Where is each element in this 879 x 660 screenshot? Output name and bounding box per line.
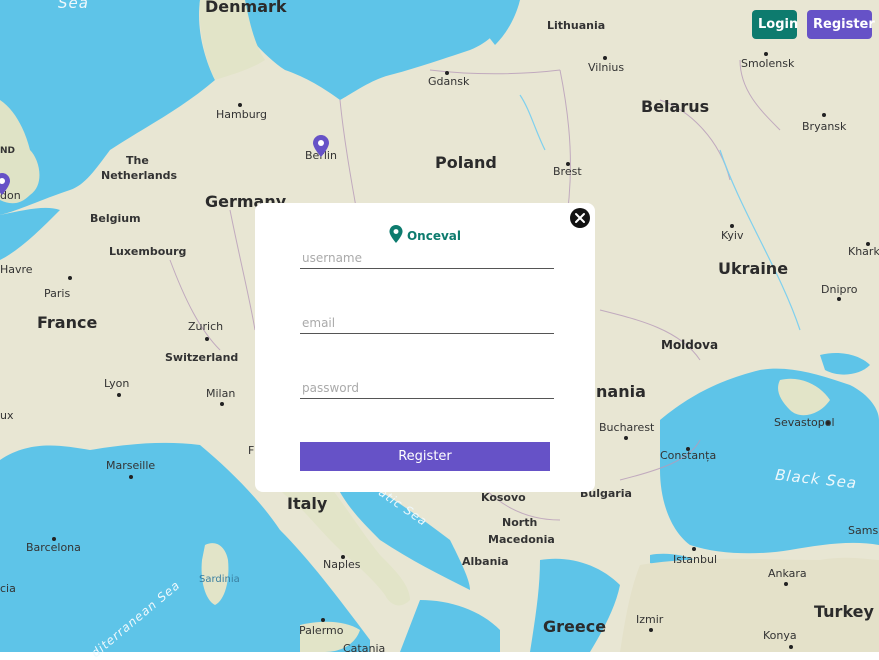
password-input[interactable] bbox=[300, 378, 554, 399]
region-label: Netherlands bbox=[101, 169, 178, 182]
city-label: Barcelona bbox=[26, 541, 81, 554]
city-label: Constanța bbox=[660, 449, 717, 462]
city-label: ux bbox=[0, 409, 14, 422]
map-marker-london[interactable] bbox=[0, 173, 10, 195]
city-label: Zurich bbox=[188, 320, 224, 333]
register-submit-button[interactable]: Register bbox=[300, 442, 550, 471]
region-label: Lithuania bbox=[547, 19, 606, 32]
region-label: Kosovo bbox=[481, 491, 526, 504]
city-label: Havre bbox=[0, 263, 33, 276]
city-label: Sevastopol bbox=[774, 416, 835, 429]
email-input[interactable] bbox=[300, 313, 554, 334]
city-label: F bbox=[248, 444, 255, 457]
region-label: ND bbox=[0, 146, 16, 156]
region-label: Luxembourg bbox=[109, 245, 187, 258]
country-label: Denmark bbox=[205, 0, 287, 16]
city-label: Istanbul bbox=[673, 553, 718, 566]
location-pin-icon bbox=[389, 225, 403, 243]
sea-label: Sea bbox=[58, 0, 89, 12]
city-label: Dnipro bbox=[821, 283, 858, 296]
region-label: Belgium bbox=[90, 212, 141, 225]
city-label: Hamburg bbox=[216, 108, 267, 121]
city-label: Vilnius bbox=[588, 61, 625, 74]
city-label: Samsu bbox=[848, 524, 879, 537]
country-label: Greece bbox=[543, 617, 607, 636]
city-label: Konya bbox=[763, 629, 797, 642]
login-button[interactable]: Login bbox=[752, 10, 798, 39]
city-label: Lyon bbox=[104, 377, 130, 390]
city-label: Bucharest bbox=[599, 421, 655, 434]
brand: Onceval bbox=[255, 225, 595, 243]
city-label: Marseille bbox=[106, 459, 156, 472]
region-label: Macedonia bbox=[488, 533, 555, 546]
city-label: Catania bbox=[343, 642, 386, 655]
brand-name: Onceval bbox=[406, 229, 462, 243]
city-label: Bryansk bbox=[802, 120, 847, 133]
city-label: Naples bbox=[323, 558, 361, 571]
region-label: The bbox=[126, 154, 149, 167]
country-label: Poland bbox=[435, 153, 497, 172]
city-label: cia bbox=[0, 582, 16, 595]
country-label: Turkey bbox=[814, 602, 874, 621]
region-label: nania bbox=[596, 382, 646, 401]
map-marker-berlin[interactable] bbox=[313, 135, 329, 157]
country-label: Moldova bbox=[661, 338, 719, 352]
register-button[interactable]: Register bbox=[807, 10, 875, 39]
city-label: Palermo bbox=[299, 624, 344, 637]
username-input[interactable] bbox=[300, 248, 554, 269]
country-label: Belarus bbox=[641, 97, 710, 116]
register-modal: Onceval Register bbox=[255, 203, 595, 492]
region-label: North bbox=[502, 516, 538, 529]
country-label: France bbox=[37, 313, 98, 332]
city-label: Kyiv bbox=[721, 229, 744, 242]
region-label: Switzerland bbox=[165, 351, 239, 364]
city-label: Smolensk bbox=[741, 57, 795, 70]
city-label: Brest bbox=[553, 165, 582, 178]
close-icon bbox=[575, 213, 585, 223]
region-label: Albania bbox=[462, 555, 509, 568]
city-label: Milan bbox=[206, 387, 236, 400]
city-label: Izmir bbox=[636, 613, 664, 626]
city-label: Kharkiv bbox=[848, 245, 879, 258]
city-label: Ankara bbox=[768, 567, 807, 580]
city-label: Gdansk bbox=[428, 75, 470, 88]
island-label: Sardinia bbox=[199, 574, 240, 585]
country-label: Ukraine bbox=[718, 259, 789, 278]
country-label: Italy bbox=[287, 494, 328, 513]
city-label: Paris bbox=[44, 287, 71, 300]
